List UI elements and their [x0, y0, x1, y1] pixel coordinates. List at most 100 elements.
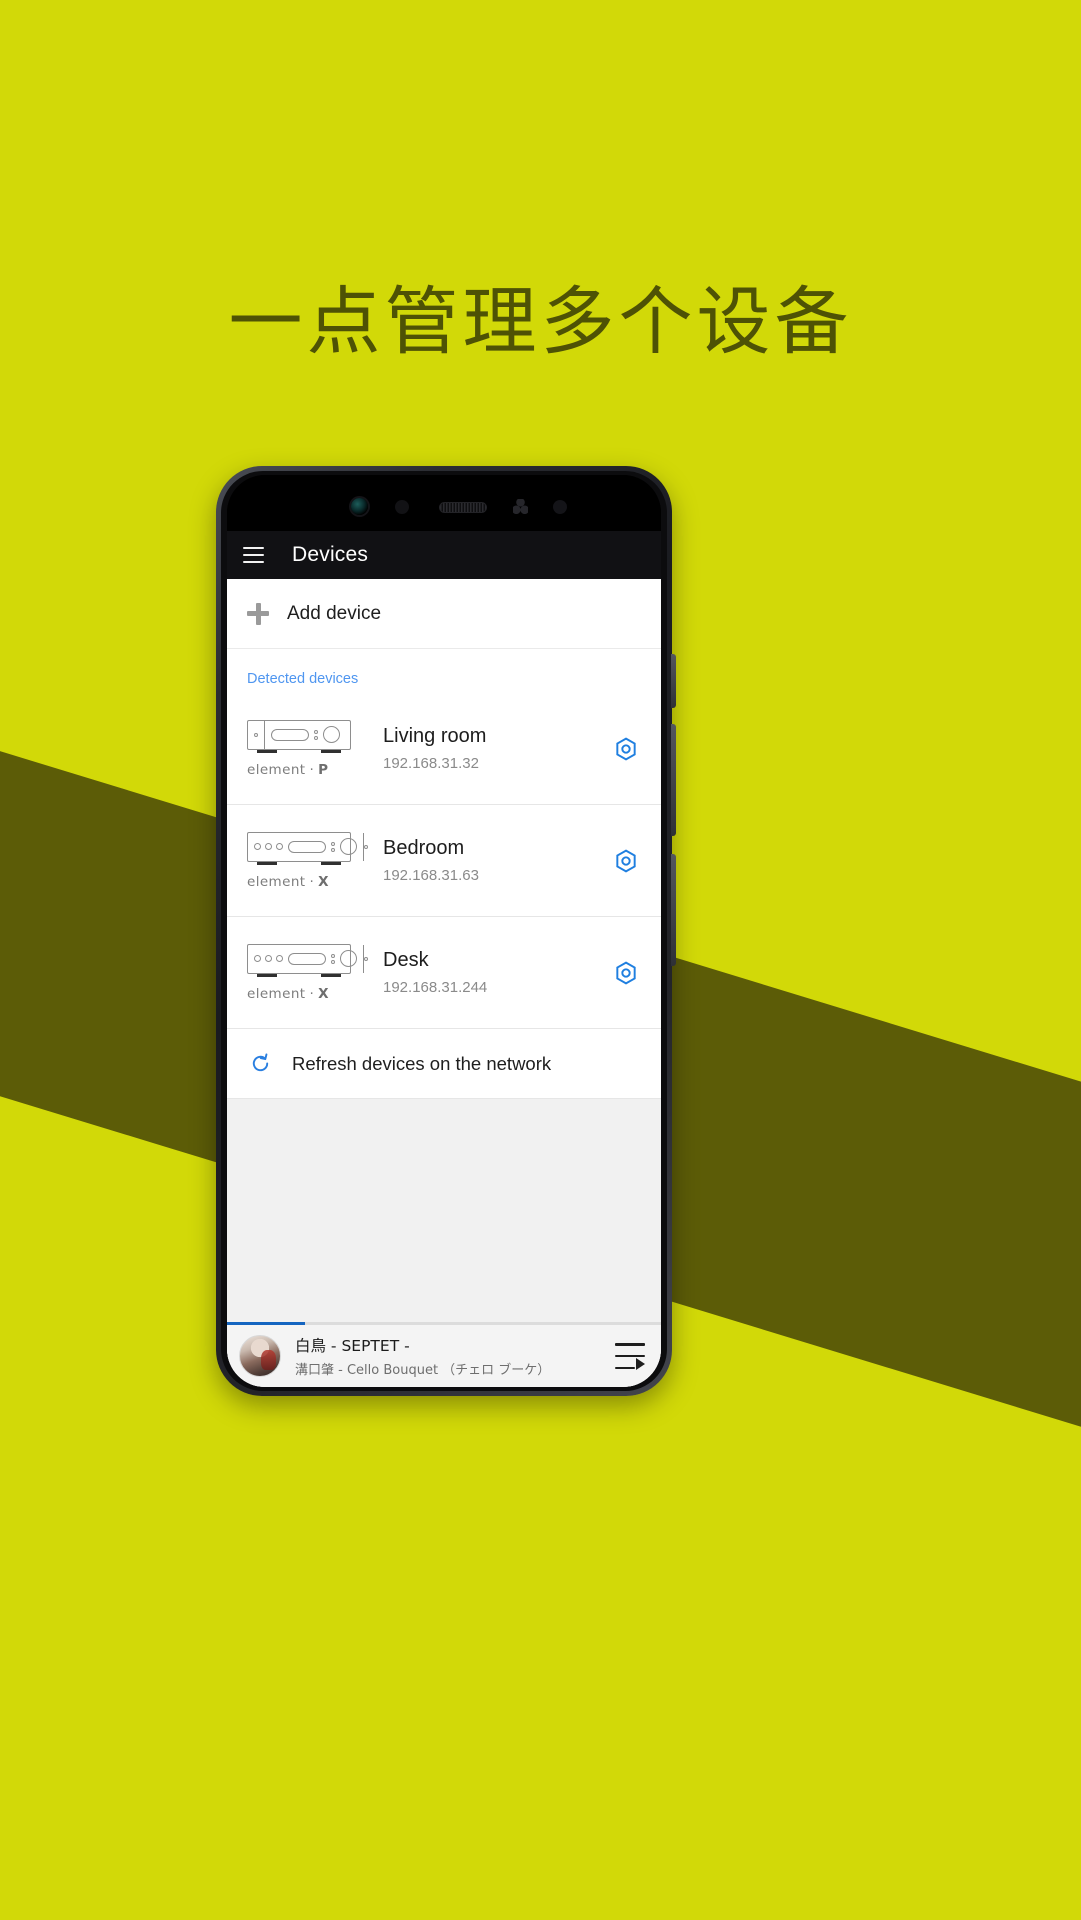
device-button-pair	[331, 841, 335, 852]
device-input-dots	[254, 843, 283, 850]
device-display-pill	[288, 952, 326, 965]
content-area: Add device Detected devices element · P …	[227, 579, 661, 1387]
device-brand-mark: P	[318, 761, 329, 778]
hamburger-line	[243, 561, 264, 563]
phone-side-button-top	[671, 654, 676, 708]
add-device-button[interactable]: Add device	[227, 579, 661, 649]
queue-line	[615, 1354, 645, 1358]
queue-line	[615, 1366, 635, 1369]
device-settings-button[interactable]	[609, 844, 643, 878]
front-camera-icon	[351, 498, 368, 515]
hamburger-line	[243, 554, 264, 556]
device-right-panel	[363, 832, 368, 861]
phone-side-button-mid	[671, 724, 676, 836]
queue-play-icon[interactable]	[615, 1343, 645, 1370]
device-led-dot	[364, 844, 368, 849]
plus-icon	[247, 602, 269, 625]
device-led-dot	[364, 956, 368, 961]
phone-top-bezel	[227, 475, 661, 531]
device-thumbnail: element · X	[247, 943, 368, 1002]
amplifier-single-icon	[247, 719, 351, 750]
phone-screen: Devices Add device Detected devices elem…	[227, 475, 661, 1387]
queue-line	[615, 1343, 645, 1346]
gear-icon	[616, 848, 636, 873]
add-device-label: Add device	[287, 602, 382, 624]
device-row[interactable]: element · P Living room 192.168.31.32	[227, 693, 661, 805]
device-thumbnail: element · X	[247, 831, 368, 890]
amplifier-triple-icon	[247, 831, 368, 862]
device-row[interactable]: element · X Desk 192.168.31.244	[227, 917, 661, 1029]
device-brand-name: element	[247, 985, 306, 1002]
playback-progress-track[interactable]	[227, 1322, 661, 1325]
device-left-panel	[248, 720, 265, 749]
brand-separator-dot: ·	[309, 985, 315, 1002]
device-led-dot	[254, 732, 258, 737]
device-name: Living room	[383, 725, 487, 747]
device-ip-address: 192.168.31.32	[383, 755, 479, 772]
hamburger-menu-icon[interactable]	[243, 547, 264, 563]
album-art	[239, 1335, 281, 1377]
device-brand-name: element	[247, 761, 306, 778]
phone-bezel: Devices Add device Detected devices elem…	[221, 471, 667, 1391]
track-artist-album: 溝口肇 - Cello Bouquet （チェロ ブーケ）	[295, 1363, 551, 1378]
device-front-panel	[248, 838, 363, 855]
gear-icon	[616, 960, 636, 985]
device-feet	[247, 749, 351, 753]
device-feet	[247, 861, 351, 865]
play-triangle-icon	[636, 1358, 645, 1370]
now-playing-text: 白鳥 - SEPTET - 溝口肇 - Cello Bouquet （チェロ ブ…	[281, 1334, 615, 1378]
device-info: Living room 192.168.31.32	[365, 725, 609, 772]
device-ip-address: 192.168.31.244	[383, 979, 488, 996]
device-feet	[247, 973, 351, 977]
now-playing-content[interactable]: 白鳥 - SEPTET - 溝口肇 - Cello Bouquet （チェロ ブ…	[227, 1325, 661, 1387]
refresh-icon	[252, 1053, 269, 1072]
device-info: Bedroom 192.168.31.63	[365, 837, 609, 884]
hamburger-line	[243, 547, 264, 549]
device-right-panel	[363, 944, 368, 973]
device-settings-button[interactable]	[609, 956, 643, 990]
device-thumbnail: element · P	[247, 719, 365, 778]
device-front-panel	[248, 950, 363, 967]
track-title: 白鳥 - SEPTET -	[295, 1337, 410, 1355]
device-settings-button[interactable]	[609, 732, 643, 766]
empty-space	[227, 1099, 661, 1322]
brand-separator-dot: ·	[309, 873, 315, 890]
device-ip-address: 192.168.31.63	[383, 867, 479, 884]
device-display-pill	[288, 840, 326, 853]
device-brand: element · X	[247, 986, 329, 1002]
playback-progress-fill	[227, 1322, 306, 1325]
device-name: Desk	[383, 949, 429, 971]
refresh-devices-button[interactable]: Refresh devices on the network	[227, 1029, 661, 1099]
page-title: Devices	[292, 543, 369, 566]
device-input-dots	[254, 955, 283, 962]
promo-headline: 一点管理多个设备	[228, 279, 853, 365]
device-button-pair	[314, 729, 318, 740]
phone-side-button-low	[671, 854, 676, 966]
promo-background: 一点管理多个设备 Devices Add device Detected dev…	[0, 0, 1081, 1920]
device-knob-icon	[340, 950, 357, 967]
detected-devices-header: Detected devices	[227, 649, 661, 693]
device-brand-name: element	[247, 873, 306, 890]
brand-separator-dot: ·	[309, 761, 315, 778]
device-knob-icon	[340, 838, 357, 855]
device-brand-mark: X	[318, 873, 329, 890]
device-info: Desk 192.168.31.244	[365, 949, 609, 996]
refresh-devices-label: Refresh devices on the network	[292, 1052, 552, 1074]
phone-mockup: Devices Add device Detected devices elem…	[216, 466, 676, 1396]
amplifier-triple-icon	[247, 943, 368, 974]
app-bar: Devices	[227, 531, 661, 579]
now-playing-bar[interactable]: 白鳥 - SEPTET - 溝口肇 - Cello Bouquet （チェロ ブ…	[227, 1322, 661, 1387]
light-sensor-icon	[553, 500, 567, 514]
proximity-sensor-icon	[395, 500, 409, 514]
device-brand-mark: X	[318, 985, 329, 1002]
device-row[interactable]: element · X Bedroom 192.168.31.63	[227, 805, 661, 917]
device-knob-icon	[323, 726, 340, 743]
ir-sensor-icon	[513, 499, 528, 514]
device-front-panel	[265, 726, 350, 743]
earpiece-speaker-icon	[439, 502, 487, 513]
device-button-pair	[331, 953, 335, 964]
device-brand: element · X	[247, 874, 329, 890]
device-display-pill	[271, 728, 309, 741]
device-brand: element · P	[247, 762, 328, 778]
gear-icon	[616, 736, 636, 761]
